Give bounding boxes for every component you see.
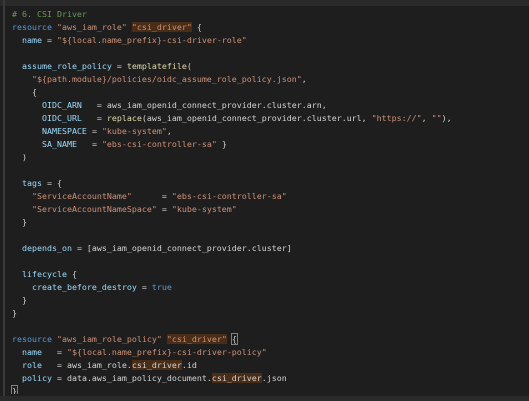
code-token: "csi_driver" [131, 22, 192, 32]
code-line[interactable]: lifecycle { [12, 268, 77, 281]
top-strip [0, 0, 529, 6]
code-token: = [96, 113, 107, 123]
code-token: "${path.module}/policies/oidc_assume_rol… [12, 74, 302, 84]
code-line[interactable]: # 6. CSI Driver [12, 8, 87, 21]
code-token: ), [441, 113, 452, 123]
code-token: "${local.name_prefix}-csi-driver-policy" [66, 347, 267, 357]
code-token: "" [431, 113, 442, 123]
code-token: true [151, 282, 172, 292]
code-token: , [421, 113, 432, 123]
code-token: = { [46, 178, 62, 188]
code-token: "kube-system" [171, 204, 237, 214]
code-token: lifecycle [12, 269, 72, 279]
code-token: = [116, 61, 127, 71]
code-token: csi_driver [131, 360, 182, 370]
code-line[interactable]: policy = data.aws_iam_policy_document.cs… [12, 372, 287, 385]
code-token: , [301, 74, 307, 84]
code-line[interactable]: create_before_destroy = true [12, 281, 172, 294]
code-token: = [56, 347, 67, 357]
code-line[interactable]: OIDC_URL = replace(aws_iam_openid_connec… [12, 112, 452, 125]
code-editor[interactable]: # 6. CSI Driver resource "aws_iam_role" "… [0, 8, 529, 394]
code-token: "ebs-csi-controller-sa" [171, 191, 287, 201]
code-token: depends_on [12, 243, 77, 253]
code-line[interactable]: } [11, 385, 18, 394]
code-token: name [12, 35, 47, 45]
code-line[interactable]: } [12, 307, 17, 320]
code-token: "aws_iam_role_policy" [56, 334, 162, 344]
code-line[interactable]: } [12, 294, 27, 307]
code-token: "ServiceAccountNameSpace" [12, 204, 157, 214]
code-token: tags [12, 178, 47, 188]
code-token: assume_role_policy [12, 61, 117, 71]
code-token: = [156, 204, 172, 214]
code-token: = [141, 282, 152, 292]
code-token: resource [12, 334, 57, 344]
code-token: { [71, 269, 77, 279]
code-token: = data.aws_iam_policy_document. [56, 373, 212, 383]
code-token: SA_NAME [12, 139, 92, 149]
code-line[interactable]: NAMESPACE = "kube-system", [12, 125, 172, 138]
code-token: "csi_driver" [166, 334, 227, 344]
code-token: name [12, 347, 57, 357]
code-line[interactable]: role = aws_iam_role.csi_driver.id [12, 359, 197, 372]
code-token: policy [12, 373, 57, 383]
code-token: "ServiceAccountName" [12, 191, 132, 201]
code-line[interactable]: SA_NAME = "ebs-csi-controller-sa" } [12, 138, 227, 151]
code-token: { [191, 22, 202, 32]
code-token: } [216, 139, 227, 149]
code-token: , [166, 126, 172, 136]
code-token: } [11, 385, 18, 394]
code-line[interactable]: name = "${local.name_prefix}-csi-driver-… [12, 346, 267, 359]
code-token: .id [181, 360, 197, 370]
code-line[interactable]: "ServiceAccountName" = "ebs-csi-controll… [12, 190, 287, 203]
code-line[interactable]: } [12, 216, 27, 229]
code-token: (aws_iam_openid_connect_provider.cluster… [141, 113, 372, 123]
bottom-strip [0, 396, 529, 401]
code-editor-window: # 6. CSI Driver resource "aws_iam_role" "… [0, 0, 529, 401]
code-token: "kube-system" [101, 126, 167, 136]
code-token: create_before_destroy [12, 282, 142, 292]
code-line[interactable]: name = "${local.name_prefix}-csi-driver-… [12, 34, 247, 47]
code-token: { [230, 333, 238, 345]
code-line[interactable]: "ServiceAccountNameSpace" = "kube-system… [12, 203, 237, 216]
code-token: .json [261, 373, 287, 383]
code-token: = aws_iam_openid_connect_provider.cluste… [96, 100, 327, 110]
code-token: = [46, 35, 57, 45]
code-token: csi_driver [211, 373, 262, 383]
code-line[interactable]: depends_on = [aws_iam_openid_connect_pro… [12, 242, 292, 255]
code-token: ( [186, 61, 192, 71]
code-line[interactable]: assume_role_policy = templatefile( [12, 60, 192, 73]
code-token: "aws_iam_role" [56, 22, 127, 32]
code-token: resource [12, 22, 57, 32]
code-line[interactable]: OIDC_ARN = aws_iam_openid_connect_provid… [12, 99, 327, 112]
code-line[interactable]: resource "aws_iam_role" "csi_driver" { [12, 21, 202, 34]
code-line[interactable]: { [12, 86, 37, 99]
code-token: "https://" [371, 113, 422, 123]
code-token: } [12, 217, 27, 227]
code-token: replace [106, 113, 142, 123]
code-token: role [12, 360, 57, 370]
code-token: } [12, 308, 17, 318]
code-token: = [131, 191, 172, 201]
code-token: ) [12, 152, 27, 162]
code-token: { [12, 87, 37, 97]
code-line[interactable]: ) [12, 151, 27, 164]
code-token: "${local.name_prefix}-csi-driver-role" [56, 35, 247, 45]
code-token: = aws_iam_role. [56, 360, 132, 370]
code-token: templatefile [126, 61, 187, 71]
code-token: OIDC_URL [12, 113, 97, 123]
code-line[interactable]: tags = { [12, 177, 62, 190]
code-token: = [91, 139, 102, 149]
code-line[interactable]: "${path.module}/policies/oidc_assume_rol… [12, 73, 307, 86]
code-token: NAMESPACE [12, 126, 92, 136]
code-line[interactable]: resource "aws_iam_role_policy" "csi_driv… [12, 333, 238, 346]
code-token: = [91, 126, 102, 136]
code-token: = [aws_iam_openid_connect_provider.clust… [76, 243, 292, 253]
code-token: # 6. CSI Driver [12, 9, 87, 19]
code-token: } [12, 295, 27, 305]
code-token: OIDC_ARN [12, 100, 97, 110]
code-token: "ebs-csi-controller-sa" [101, 139, 217, 149]
